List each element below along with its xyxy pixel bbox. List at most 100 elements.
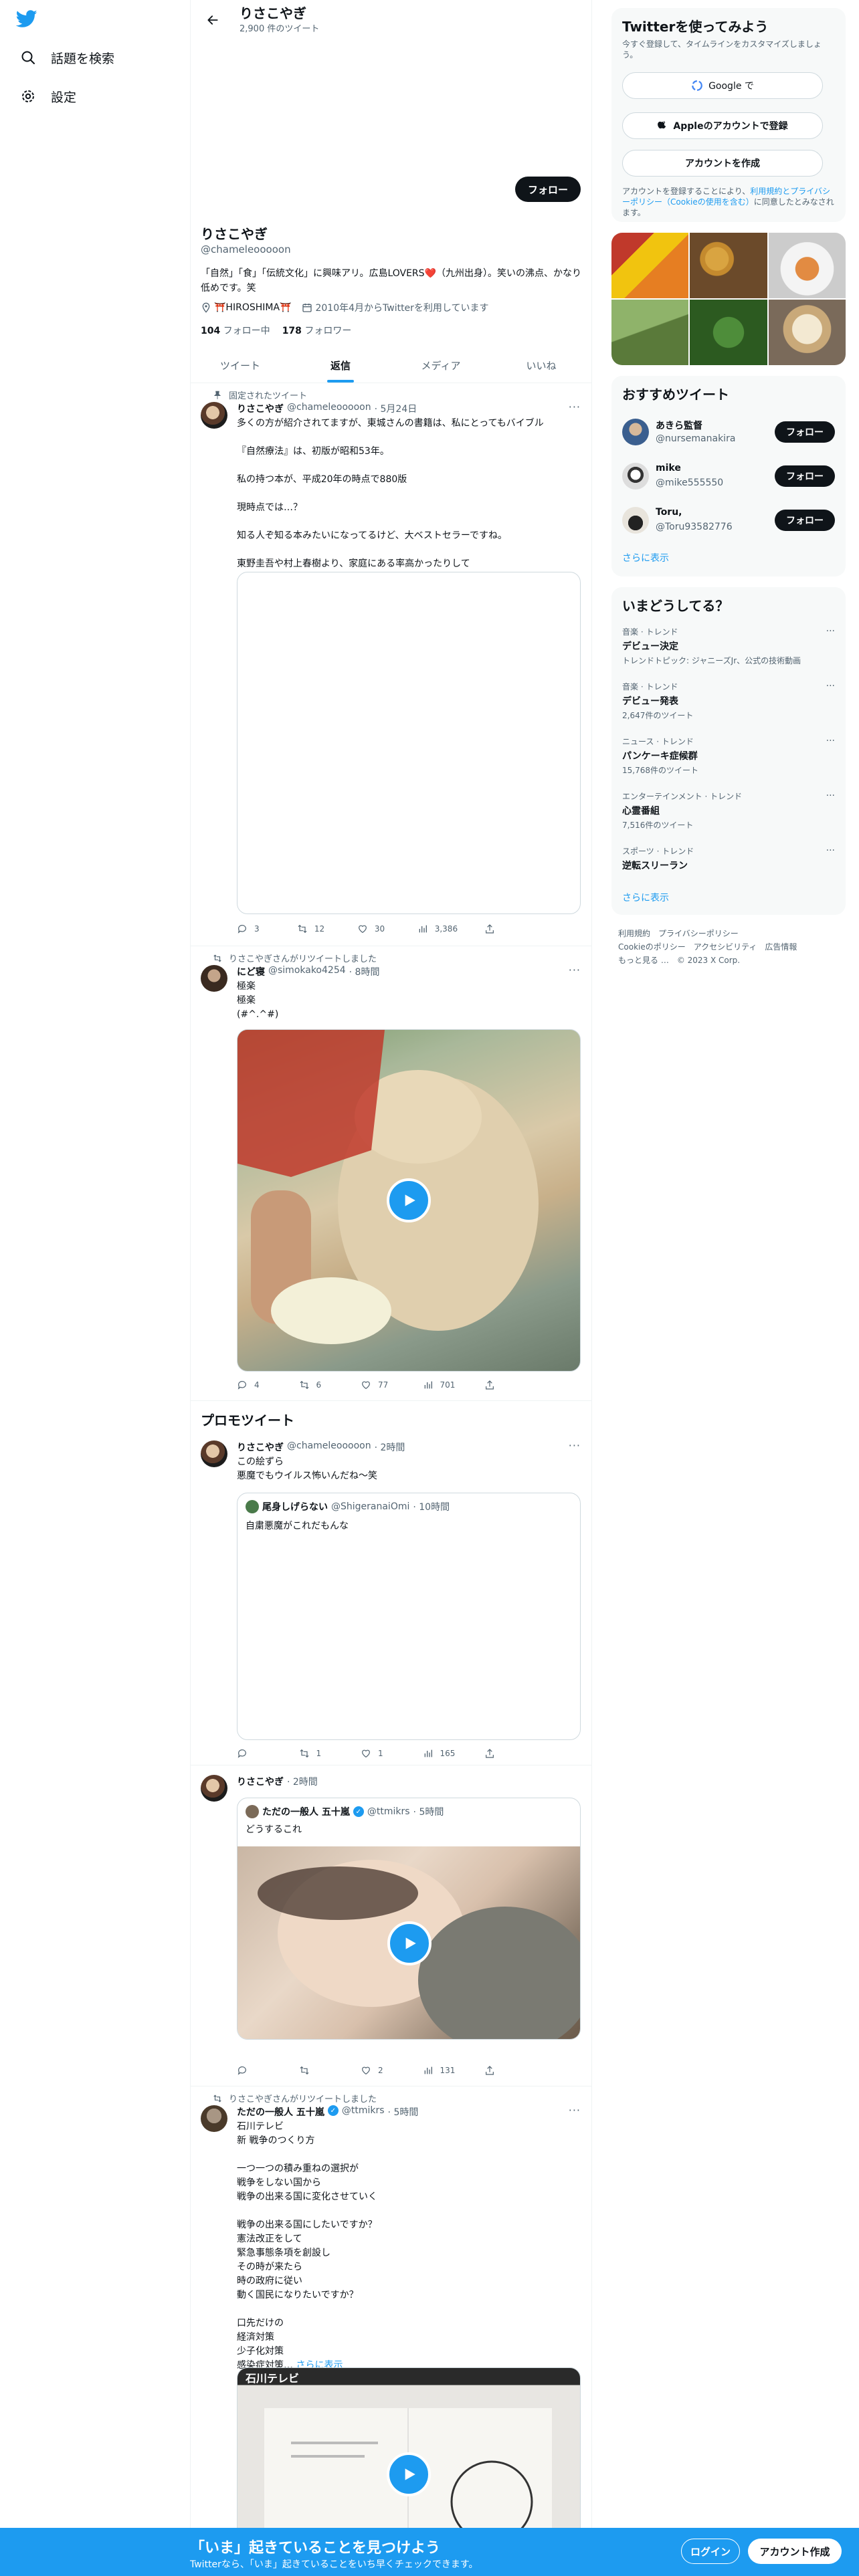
share-button[interactable] xyxy=(484,1748,518,1759)
trend-item[interactable]: 音楽 · トレンド デビュー決定 トレンドトピック: ジャニーズJr、公式の技術… xyxy=(622,626,835,673)
more-options-icon[interactable]: ··· xyxy=(569,2104,581,2117)
like-button[interactable]: 2 xyxy=(361,2065,394,2076)
more-options-icon[interactable]: ··· xyxy=(826,790,835,801)
play-button[interactable] xyxy=(387,1178,431,1222)
tweet-quote-2[interactable]: りさこやぎ · 2時間 ただの一般人 五十嵐 ✓ @ttmikrs · 5時間 … xyxy=(190,1765,591,2086)
footer-line-2[interactable]: Cookieのポリシー アクセシビリティ 広告情報 xyxy=(618,940,846,954)
views-button[interactable]: 3,386 xyxy=(417,924,458,934)
quoted-tweet[interactable]: 尾身しげらない @ShigeranaiOmi · 10時間 自粛悪魔がこれだもん… xyxy=(237,1493,581,1740)
recommended-show-more[interactable]: さらに表示 xyxy=(622,551,669,564)
follow-button[interactable]: フォロー xyxy=(775,465,835,487)
follow-button[interactable]: フォロー xyxy=(775,510,835,531)
author-name[interactable]: りさこやぎ xyxy=(237,1440,284,1454)
footer-line-3[interactable]: もっと見る … © 2023 X Corp. xyxy=(618,954,846,967)
retweet-button[interactable]: 1 xyxy=(299,1748,332,1759)
more-options-icon[interactable]: ··· xyxy=(826,626,835,637)
media-thumbnail[interactable] xyxy=(611,300,689,365)
tweet-card[interactable] xyxy=(237,572,581,914)
views-button[interactable]: 701 xyxy=(423,1380,456,1390)
followers-link[interactable]: 178 フォロワー xyxy=(282,324,352,337)
tweet-time[interactable]: · 5月24日 xyxy=(375,402,417,415)
author-handle[interactable]: · 2時間 xyxy=(287,1775,318,1788)
follow-button[interactable]: フォロー xyxy=(515,177,581,202)
tab-media[interactable]: メディア xyxy=(391,348,491,383)
retweet-button[interactable] xyxy=(299,2065,332,2076)
more-options-icon[interactable]: ··· xyxy=(569,964,581,976)
author-name[interactable]: にど寝 xyxy=(237,965,265,978)
following-link[interactable]: 104 フォロー中 xyxy=(201,324,270,337)
author-name[interactable]: りさこやぎ xyxy=(237,1775,284,1788)
apple-signup-button[interactable]: Appleのアカウントで登録 xyxy=(622,112,823,139)
avatar[interactable] xyxy=(201,965,227,992)
twitter-bird-icon[interactable] xyxy=(16,8,43,35)
like-button[interactable]: 30 xyxy=(357,924,391,934)
reply-button[interactable]: 3 xyxy=(237,924,270,934)
quoted-tweet[interactable]: ただの一般人 五十嵐 ✓ @ttmikrs · 5時間 どうするこれ xyxy=(237,1798,581,2040)
tab-likes[interactable]: いいね xyxy=(491,348,591,383)
video-player[interactable] xyxy=(237,1846,580,2039)
author-name[interactable]: ただの一般人 五十嵐 xyxy=(237,2105,324,2119)
more-options-icon[interactable]: ··· xyxy=(826,845,835,856)
tweet-time[interactable]: · 8時間 xyxy=(349,965,380,978)
video-player[interactable] xyxy=(237,1029,581,1372)
tab-tweets[interactable]: ツイート xyxy=(190,348,290,383)
more-options-icon[interactable]: ··· xyxy=(569,401,581,413)
tweet-time[interactable]: · 5時間 xyxy=(388,2105,419,2119)
media-thumbnail[interactable] xyxy=(768,300,846,365)
back-button[interactable] xyxy=(201,8,225,32)
avatar[interactable] xyxy=(622,419,649,445)
avatar[interactable] xyxy=(622,463,649,490)
share-button[interactable] xyxy=(484,2065,518,2076)
nav-explore[interactable]: 話題を検索 xyxy=(13,40,121,75)
like-button[interactable]: 77 xyxy=(361,1380,394,1390)
avatar[interactable] xyxy=(201,402,227,429)
avatar[interactable] xyxy=(201,2105,227,2132)
footer-line-1[interactable]: 利用規約 プライバシーポリシー xyxy=(618,927,846,940)
share-button[interactable] xyxy=(484,1380,518,1390)
play-button[interactable] xyxy=(387,1921,432,1965)
views-button[interactable]: 165 xyxy=(423,1748,456,1759)
signup-button[interactable]: アカウント作成 xyxy=(748,2539,842,2564)
tweet-time[interactable]: · 2時間 xyxy=(375,1440,405,1454)
media-thumbnail[interactable] xyxy=(690,233,767,298)
trend-item[interactable]: ニュース · トレンド パンケーキ症候群 15,768件のツイート ··· xyxy=(622,736,835,782)
recommended-user[interactable]: Toru, @Toru93582776 フォロー xyxy=(622,502,835,542)
google-signup-button[interactable]: Google で xyxy=(622,72,823,99)
tweet-quote-1[interactable]: りさこやぎ @chameleooooon · 2時間 ··· この絵ずら 悪魔で… xyxy=(190,1431,591,1765)
play-button[interactable] xyxy=(387,2452,431,2496)
more-options-icon[interactable]: ··· xyxy=(826,681,835,691)
like-button[interactable]: 1 xyxy=(361,1748,394,1759)
reply-button[interactable]: 4 xyxy=(237,1380,270,1390)
trends-show-more[interactable]: さらに表示 xyxy=(622,891,669,904)
avatar[interactable] xyxy=(201,1440,227,1467)
retweet-button[interactable]: 12 xyxy=(297,924,330,934)
recommended-user[interactable]: あきら監督 @nursemanakira フォロー xyxy=(622,413,835,453)
media-thumbnail[interactable] xyxy=(690,300,767,365)
tweet-pinned[interactable]: 固定されたツイート りさこやぎ @chameleooooon · 5月24日 ·… xyxy=(190,383,591,946)
retweet-button[interactable]: 6 xyxy=(299,1380,332,1390)
follow-button[interactable]: フォロー xyxy=(775,421,835,443)
media-thumbnail[interactable] xyxy=(768,233,846,298)
tweet-retweet-text[interactable]: りさこやぎさんがリツイートしました ただの一般人 五十嵐 ✓ @ttmikrs … xyxy=(190,2086,591,2576)
reply-icon xyxy=(237,1748,248,1759)
create-account-button[interactable]: アカウントを作成 xyxy=(622,150,823,177)
quote-time: · 5時間 xyxy=(413,1807,444,1818)
trend-item[interactable]: エンターテインメント · トレンド 心霊番組 7,516件のツイート ··· xyxy=(622,790,835,837)
share-button[interactable] xyxy=(484,924,518,934)
recommended-user[interactable]: mike @mike555550 フォロー xyxy=(622,457,835,498)
avatar[interactable] xyxy=(201,1775,227,1802)
more-options-icon[interactable]: ··· xyxy=(569,1439,581,1452)
media-thumbnail[interactable] xyxy=(611,233,689,298)
reply-button[interactable] xyxy=(237,2065,270,2076)
avatar[interactable] xyxy=(622,507,649,534)
trend-item[interactable]: 音楽 · トレンド デビュー発表 2,647件のツイート ··· xyxy=(622,681,835,728)
views-button[interactable]: 131 xyxy=(423,2065,456,2076)
tweet-retweet-video[interactable]: りさこやぎさんがリツイートしました にど寝 @simokako4254 · 8時… xyxy=(190,946,591,1401)
trend-item[interactable]: スポーツ · トレンド 逆転スリーラン ··· xyxy=(622,845,835,892)
login-button[interactable]: ログイン xyxy=(681,2539,740,2564)
reply-button[interactable] xyxy=(237,1748,270,1759)
more-options-icon[interactable]: ··· xyxy=(826,736,835,746)
nav-settings[interactable]: 設定 xyxy=(13,79,83,114)
tab-replies[interactable]: 返信 xyxy=(290,348,391,383)
author-name[interactable]: りさこやぎ xyxy=(237,402,284,415)
